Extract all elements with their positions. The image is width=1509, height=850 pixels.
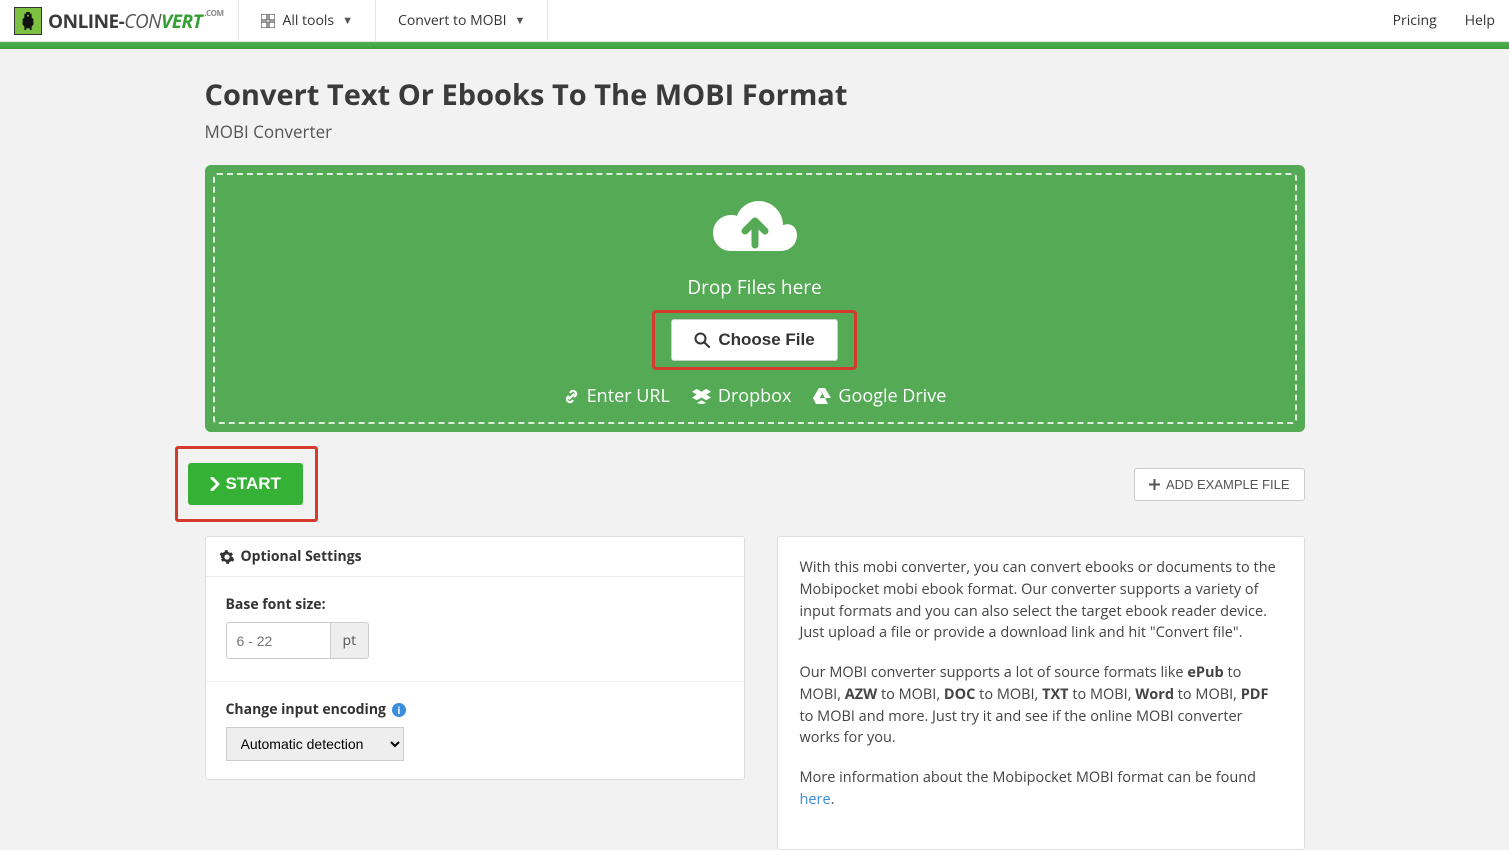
nav-all-tools-label: All tools	[283, 11, 335, 30]
info-para-2: Our MOBI converter supports a lot of sou…	[800, 662, 1282, 749]
nav-right: Pricing Help	[1379, 0, 1509, 42]
grid-icon	[261, 14, 275, 28]
divider	[206, 681, 744, 682]
button-row: START ADD EXAMPLE FILE	[205, 446, 1305, 522]
base-font-group: pt	[226, 622, 724, 659]
info-icon[interactable]: i	[392, 703, 406, 717]
start-label: START	[226, 474, 281, 494]
chevron-down-icon: ▼	[342, 13, 353, 28]
info-panel: With this mobi converter, you can conver…	[777, 536, 1305, 850]
nav-convert-to[interactable]: Convert to MOBI ▼	[375, 0, 548, 42]
nav-all-tools[interactable]: All tools ▼	[238, 0, 376, 42]
link-icon	[563, 388, 580, 405]
start-highlight: START	[175, 446, 318, 522]
google-drive-label: Google Drive	[838, 384, 946, 408]
optional-settings-title: Optional Settings	[241, 547, 362, 566]
page-title: Convert Text Or Ebooks To The MOBI Forma…	[205, 75, 1305, 114]
top-header: ONLINE-CONVERT.COM All tools ▼ Convert t…	[0, 0, 1509, 42]
enter-url-link[interactable]: Enter URL	[563, 384, 670, 408]
google-drive-icon	[813, 388, 831, 404]
dropbox-icon	[692, 388, 711, 405]
base-font-unit: pt	[331, 622, 370, 659]
add-example-label: ADD EXAMPLE FILE	[1166, 477, 1290, 492]
info-para-3: More information about the Mobipocket MO…	[800, 767, 1282, 811]
dropbox-link[interactable]: Dropbox	[692, 384, 792, 408]
start-button[interactable]: START	[188, 463, 303, 505]
optional-settings-panel: Optional Settings Base font size: pt Cha…	[205, 536, 745, 780]
chevron-down-icon: ▼	[515, 13, 526, 28]
encoding-label-text: Change input encoding	[226, 700, 386, 719]
nav-pricing[interactable]: Pricing	[1379, 0, 1451, 42]
accent-bar	[0, 42, 1509, 49]
logo-icon	[14, 7, 42, 35]
plus-icon	[1149, 479, 1160, 490]
base-font-input[interactable]	[226, 622, 331, 659]
page-subtitle: MOBI Converter	[205, 120, 1305, 143]
gear-icon	[220, 550, 234, 564]
two-col: Optional Settings Base font size: pt Cha…	[205, 536, 1305, 850]
logo[interactable]: ONLINE-CONVERT.COM	[0, 7, 238, 35]
dropzone[interactable]: Drop Files here Choose File Enter URL Dr…	[205, 165, 1305, 432]
nav-help[interactable]: Help	[1451, 0, 1509, 42]
drop-text: Drop Files here	[235, 274, 1275, 300]
here-link[interactable]: here	[800, 790, 831, 809]
base-font-label: Base font size:	[226, 595, 724, 614]
choose-file-button[interactable]: Choose File	[671, 319, 837, 361]
logo-text: ONLINE-CONVERT.COM	[48, 8, 224, 34]
encoding-label: Change input encoding i	[226, 700, 724, 719]
encoding-select[interactable]: Automatic detection	[226, 727, 404, 761]
dropbox-label: Dropbox	[718, 384, 792, 408]
add-example-button[interactable]: ADD EXAMPLE FILE	[1134, 468, 1305, 501]
cloud-upload-icon	[705, 193, 805, 263]
search-icon	[694, 332, 710, 348]
enter-url-label: Enter URL	[587, 384, 670, 408]
chevron-right-icon	[210, 477, 220, 491]
source-row: Enter URL Dropbox Google Drive	[235, 384, 1275, 408]
dropzone-inner: Drop Files here Choose File Enter URL Dr…	[213, 173, 1297, 424]
choose-file-highlight: Choose File	[652, 310, 856, 370]
info-para-1: With this mobi converter, you can conver…	[800, 557, 1282, 644]
google-drive-link[interactable]: Google Drive	[813, 384, 946, 408]
nav-convert-to-label: Convert to MOBI	[398, 11, 507, 30]
choose-file-label: Choose File	[718, 330, 814, 350]
optional-settings-header: Optional Settings	[206, 537, 744, 577]
